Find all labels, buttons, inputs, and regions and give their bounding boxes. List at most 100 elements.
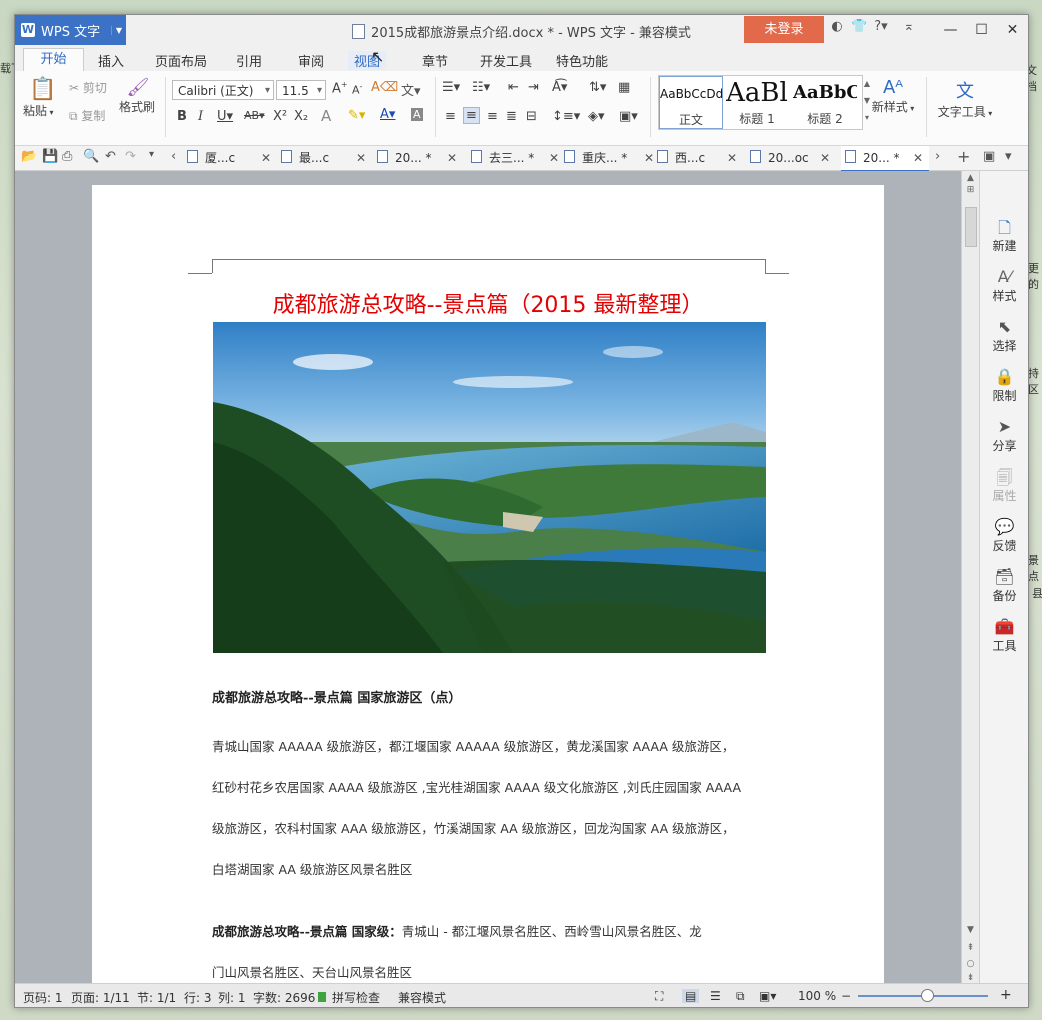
- close-tab-icon[interactable]: ✕: [727, 146, 737, 170]
- justify-icon[interactable]: ≣: [506, 109, 517, 124]
- print-preview-icon[interactable]: 🔍: [83, 149, 99, 164]
- tab-page-layout[interactable]: 页面布局: [155, 51, 207, 70]
- char-shading-icon[interactable]: A: [411, 108, 423, 121]
- outline-view-icon[interactable]: ☰: [710, 989, 721, 1003]
- style-heading-1[interactable]: AaBl 标题 1: [725, 76, 789, 129]
- help-icon[interactable]: ?▾: [873, 19, 889, 39]
- tab-review[interactable]: 审阅: [298, 51, 324, 70]
- close-tab-icon[interactable]: ✕: [447, 146, 457, 170]
- clear-format-icon[interactable]: A⌫: [371, 80, 398, 95]
- font-color-icon[interactable]: A▾: [380, 107, 395, 122]
- decrease-indent-icon[interactable]: ⇤: [508, 80, 519, 95]
- tab-references[interactable]: 引用: [236, 51, 262, 70]
- zoom-slider[interactable]: [858, 989, 988, 1002]
- minimize-button[interactable]: —: [935, 15, 966, 45]
- new-style-button[interactable]: Aᴬ 新样式 ▾: [870, 77, 916, 115]
- save-icon[interactable]: 💾: [42, 149, 58, 164]
- full-screen-icon[interactable]: ⛶: [655, 989, 663, 1004]
- bullet-list-icon[interactable]: ☰▾: [442, 80, 460, 95]
- spell-check-button[interactable]: 拼写检查: [332, 989, 380, 1006]
- close-button[interactable]: ✕: [997, 15, 1028, 45]
- line-spacing-icon[interactable]: ↕≡▾: [552, 109, 580, 124]
- document-canvas[interactable]: 成都旅游总攻略--景点篇（2015 最新整理） 成都旅游总攻略--景点篇 国家旅…: [15, 171, 978, 983]
- close-tab-icon[interactable]: ✕: [644, 146, 654, 170]
- login-button[interactable]: 未登录: [744, 16, 824, 43]
- document-tab[interactable]: 西...c ✕: [657, 146, 745, 170]
- backup-panel-button[interactable]: 🗃 备份: [980, 567, 1028, 604]
- prev-page-icon[interactable]: ⇞: [962, 943, 979, 953]
- scroll-down-icon[interactable]: ▼: [962, 925, 979, 935]
- document-page[interactable]: 成都旅游总攻略--景点篇（2015 最新整理） 成都旅游总攻略--景点篇 国家旅…: [92, 185, 884, 983]
- tabs-left-icon[interactable]: ‹: [171, 149, 176, 164]
- select-panel-button[interactable]: ⬉ 选择: [980, 317, 1028, 354]
- open-folder-icon[interactable]: 📂: [21, 149, 37, 164]
- tab-special[interactable]: 特色功能: [556, 51, 608, 70]
- align-left-icon[interactable]: ≡: [445, 109, 456, 124]
- reading-mode-icon[interactable]: ▣▾: [759, 989, 776, 1003]
- tabs-right-icon[interactable]: ›: [935, 149, 940, 164]
- subscript-icon[interactable]: X₂: [294, 109, 308, 124]
- italic-icon[interactable]: I: [198, 109, 203, 124]
- browse-object-icon[interactable]: ○: [962, 959, 979, 969]
- document-tab[interactable]: 最...c ✕: [281, 146, 371, 170]
- share-panel-button[interactable]: ➤ 分享: [980, 417, 1028, 454]
- close-tab-icon[interactable]: ✕: [261, 146, 271, 170]
- feedback-panel-button[interactable]: 💬 反馈: [980, 517, 1028, 554]
- tab-home[interactable]: 开始: [23, 48, 84, 72]
- style-normal[interactable]: AaBbCcDd 正文: [659, 76, 723, 129]
- tab-options-icon[interactable]: ▾: [1005, 149, 1012, 164]
- zoom-out-icon[interactable]: −: [841, 989, 851, 1003]
- font-name-select[interactable]: Calibri (正文): [172, 80, 274, 101]
- collapse-ribbon-icon[interactable]: ⌅: [901, 19, 917, 39]
- zoom-slider-knob[interactable]: [921, 989, 934, 1002]
- page-view-icon[interactable]: ▤: [682, 989, 700, 1003]
- restrict-panel-button[interactable]: 🔒 限制: [980, 367, 1028, 404]
- text-tools-button[interactable]: 文 文字工具 ▾: [936, 77, 994, 120]
- document-tab[interactable]: 20... * ✕: [377, 146, 465, 170]
- borders-icon[interactable]: ▣▾: [619, 109, 638, 124]
- close-tab-icon[interactable]: ✕: [913, 146, 923, 170]
- table-grid-icon[interactable]: ▦: [618, 80, 630, 95]
- close-tab-icon[interactable]: ✕: [820, 146, 830, 170]
- document-tab[interactable]: 厦...c ✕: [187, 146, 275, 170]
- zoom-level[interactable]: 100 %: [798, 989, 836, 1003]
- text-direction-icon[interactable]: A͡▾: [552, 80, 567, 95]
- sort-icon[interactable]: ⇅▾: [589, 80, 606, 95]
- numbered-list-icon[interactable]: ☷▾: [472, 80, 490, 95]
- tab-chapter[interactable]: 章节: [422, 51, 448, 70]
- undo-icon[interactable]: ↶: [105, 149, 116, 164]
- document-tab[interactable]: 重庆... * ✕: [564, 146, 654, 170]
- skin-icon[interactable]: ◐: [829, 19, 845, 39]
- underline-icon[interactable]: U▾: [217, 109, 233, 124]
- copy-button[interactable]: ⧉ 复制: [69, 107, 105, 124]
- shrink-font-icon[interactable]: A-: [352, 82, 362, 97]
- phonetic-icon[interactable]: 文▾: [401, 80, 421, 99]
- grow-font-icon[interactable]: A+: [332, 80, 348, 96]
- properties-panel-button[interactable]: 🗐 属性: [980, 467, 1028, 504]
- scroll-thumb[interactable]: [965, 207, 977, 247]
- tab-list-icon[interactable]: ▣: [983, 149, 995, 164]
- document-tab[interactable]: 20...oc ✕: [750, 146, 838, 170]
- cut-button[interactable]: ✂ 剪切: [69, 79, 107, 96]
- zoom-in-icon[interactable]: +: [1000, 987, 1012, 1003]
- align-center-icon[interactable]: ≡: [463, 107, 480, 124]
- distribute-icon[interactable]: ⊟: [526, 109, 537, 124]
- status-word-count[interactable]: 字数: 2696: [253, 989, 315, 1006]
- tools-panel-button[interactable]: 🧰 工具: [980, 617, 1028, 654]
- format-painter-button[interactable]: 🖌 格式刷: [119, 77, 157, 115]
- highlight-icon[interactable]: ✎▾: [348, 108, 365, 123]
- redo-icon[interactable]: ↷: [125, 149, 136, 164]
- strikethrough-icon[interactable]: AB▾: [244, 109, 265, 122]
- close-tab-icon[interactable]: ✕: [356, 146, 366, 170]
- shirt-icon[interactable]: 👕: [851, 19, 867, 39]
- customize-quick-access-icon[interactable]: ▾: [149, 149, 154, 160]
- next-page-icon[interactable]: ⇟: [962, 973, 979, 983]
- tab-developer[interactable]: 开发工具: [480, 51, 532, 70]
- tab-insert[interactable]: 插入: [98, 51, 124, 70]
- web-view-icon[interactable]: ⧉: [736, 989, 745, 1004]
- maximize-button[interactable]: ☐: [966, 15, 997, 45]
- print-icon[interactable]: ⎙: [62, 149, 72, 164]
- style-panel-button[interactable]: A⁄ 样式: [980, 267, 1028, 304]
- vertical-scrollbar[interactable]: ▲ ⊞ ▼ ⇞ ○ ⇟: [961, 171, 979, 983]
- document-tab[interactable]: 去三... * ✕: [471, 146, 559, 170]
